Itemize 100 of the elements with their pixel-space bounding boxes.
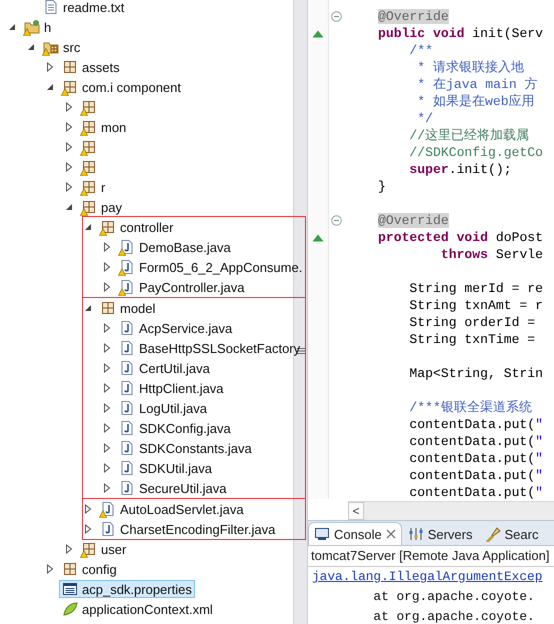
expand-arrow-icon[interactable] bbox=[83, 524, 93, 534]
expand-arrow-icon[interactable] bbox=[64, 182, 74, 192]
code-line: contentData.put(" bbox=[408, 467, 544, 484]
package-icon bbox=[62, 79, 78, 95]
tree-item[interactable]: AutoLoadServlet.java bbox=[97, 500, 247, 518]
tree-item[interactable]: BaseHttpSSLSocketFactory bbox=[116, 339, 304, 357]
list-file-icon bbox=[62, 581, 78, 597]
expand-arrow-icon[interactable] bbox=[45, 82, 55, 92]
tree-item[interactable]: acp_sdk.properties bbox=[59, 580, 195, 598]
code-line: contentData.put(" bbox=[408, 484, 544, 499]
tree-item[interactable]: com.i component bbox=[59, 78, 184, 96]
package-icon bbox=[62, 561, 78, 577]
java-file-icon bbox=[119, 259, 135, 275]
tree-item[interactable]: applicationContext.xml bbox=[59, 600, 216, 618]
expand-arrow-icon[interactable] bbox=[7, 22, 17, 32]
tree-item[interactable]: user bbox=[78, 540, 130, 558]
java-file-icon bbox=[119, 460, 135, 476]
collapse-icon[interactable] bbox=[331, 11, 342, 22]
code-line: contentData.put(" bbox=[408, 416, 544, 433]
code-line: String orderId = bbox=[408, 314, 536, 331]
expand-arrow-icon[interactable] bbox=[83, 504, 93, 514]
tree-item[interactable]: SecureUtil.java bbox=[116, 479, 230, 497]
java-file-icon bbox=[119, 239, 135, 255]
package-icon bbox=[81, 139, 97, 155]
tree-item[interactable]: assets bbox=[59, 58, 123, 76]
horizontal-scrollbar[interactable]: < bbox=[348, 501, 554, 520]
expand-arrow-icon[interactable] bbox=[102, 463, 112, 473]
expand-arrow-icon[interactable] bbox=[102, 423, 112, 433]
tree-item[interactable]: src bbox=[40, 38, 84, 56]
code-line: super.init(); bbox=[408, 161, 513, 178]
package-icon bbox=[100, 219, 116, 235]
view-tab[interactable]: Console bbox=[308, 522, 402, 545]
tree-item[interactable]: h bbox=[21, 18, 54, 36]
expand-arrow-icon[interactable] bbox=[45, 564, 55, 574]
expand-arrow-icon[interactable] bbox=[26, 42, 36, 52]
expand-arrow-icon[interactable] bbox=[102, 483, 112, 493]
expand-arrow-icon[interactable] bbox=[64, 122, 74, 132]
code-line: //SDKConfig.getCo bbox=[408, 144, 544, 161]
flashlight-icon bbox=[484, 526, 500, 542]
tree-item[interactable]: PayController.java bbox=[116, 278, 248, 296]
expand-arrow-icon[interactable] bbox=[64, 202, 74, 212]
tree-item[interactable]: config bbox=[59, 560, 120, 578]
close-icon[interactable] bbox=[386, 529, 396, 539]
tree-item[interactable]: SDKConfig.java bbox=[116, 419, 234, 437]
tree-item[interactable]: model bbox=[97, 299, 158, 317]
package-icon bbox=[81, 159, 97, 175]
expand-arrow-icon[interactable] bbox=[64, 102, 74, 112]
scroll-left-button[interactable]: < bbox=[348, 502, 364, 520]
code-line: */ bbox=[416, 110, 434, 127]
code-line: String merId = re bbox=[408, 280, 544, 297]
expand-arrow-icon[interactable] bbox=[102, 363, 112, 373]
tree-item[interactable]: Form05_6_2_AppConsume. bbox=[116, 258, 306, 276]
expand-arrow-icon[interactable] bbox=[102, 343, 112, 353]
expand-arrow-icon[interactable] bbox=[102, 282, 112, 292]
expand-arrow-icon[interactable] bbox=[64, 142, 74, 152]
code-line: String txnTime = bbox=[408, 331, 536, 348]
package-icon bbox=[81, 541, 97, 557]
expand-arrow-icon[interactable] bbox=[64, 544, 74, 554]
expand-arrow-icon[interactable] bbox=[102, 323, 112, 333]
expand-arrow-icon[interactable] bbox=[83, 303, 93, 313]
expand-arrow-icon[interactable] bbox=[102, 443, 112, 453]
view-tab[interactable]: Searc bbox=[478, 522, 544, 545]
expand-arrow-icon[interactable] bbox=[102, 383, 112, 393]
collapse-icon[interactable] bbox=[331, 215, 342, 226]
tree-item[interactable]: DemoBase.java bbox=[116, 238, 234, 256]
tree-item[interactable]: SDKUtil.java bbox=[116, 459, 215, 477]
expand-arrow-icon[interactable] bbox=[83, 222, 93, 232]
java-file-icon bbox=[119, 480, 135, 496]
java-file-icon bbox=[119, 340, 135, 356]
expand-arrow-icon[interactable] bbox=[102, 262, 112, 272]
code-line: protected void doPost bbox=[378, 229, 544, 246]
code-line: /** bbox=[408, 42, 434, 59]
exception-link[interactable]: java.lang.IllegalArgumentExcep bbox=[308, 567, 554, 587]
tree-item[interactable]: CharsetEncodingFilter.java bbox=[97, 520, 278, 538]
code-line: * 如果是在web应用 bbox=[416, 93, 536, 110]
tree-item[interactable]: readme.txt bbox=[40, 0, 128, 16]
code-line: contentData.put(" bbox=[408, 433, 544, 450]
tree-item[interactable]: r bbox=[78, 178, 108, 196]
view-tab[interactable]: Servers bbox=[402, 522, 478, 545]
tree-item[interactable]: CertUtil.java bbox=[116, 359, 213, 377]
code-line: public void init(Serv bbox=[378, 25, 544, 42]
tree-item[interactable]: AcpService.java bbox=[116, 319, 236, 337]
package-icon bbox=[81, 199, 97, 215]
tree-item[interactable]: controller bbox=[97, 218, 176, 236]
java-file-icon bbox=[119, 279, 135, 295]
tree-item[interactable]: LogUtil.java bbox=[116, 399, 210, 417]
java-file-icon bbox=[100, 501, 116, 517]
tree-item[interactable]: HttpClient.java bbox=[116, 379, 227, 397]
expand-arrow-icon[interactable] bbox=[102, 242, 112, 252]
tree-item[interactable]: pay bbox=[78, 198, 125, 216]
expand-arrow-icon[interactable] bbox=[64, 162, 74, 172]
tree-item[interactable]: mon bbox=[78, 118, 130, 136]
code-line: Map<String, Strin bbox=[408, 365, 544, 382]
package-icon bbox=[81, 179, 97, 195]
tree-item[interactable]: SDKConstants.java bbox=[116, 439, 255, 457]
monitor-icon bbox=[314, 526, 330, 542]
package-icon bbox=[81, 99, 97, 115]
java-file-icon bbox=[119, 360, 135, 376]
expand-arrow-icon[interactable] bbox=[45, 62, 55, 72]
expand-arrow-icon[interactable] bbox=[102, 403, 112, 413]
